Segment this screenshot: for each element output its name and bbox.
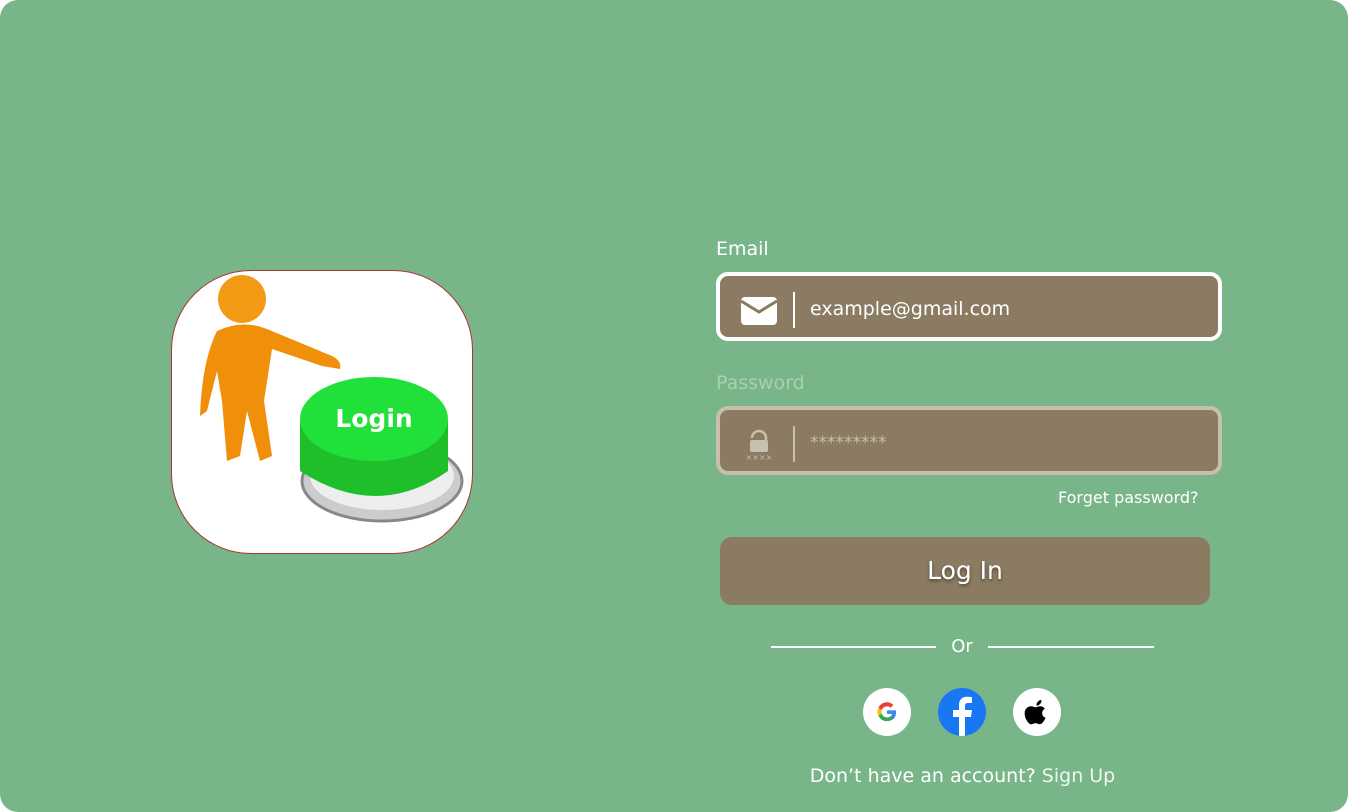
field-divider: [793, 426, 795, 462]
apple-icon: [1024, 700, 1046, 725]
login-illustration: Login: [171, 270, 473, 554]
google-icon: [877, 702, 897, 722]
login-illustration-text: Login: [335, 404, 412, 433]
divider-line-right: [988, 646, 1154, 648]
email-field[interactable]: example@gmail.com: [716, 272, 1222, 341]
divider-label: Or: [951, 636, 973, 657]
password-input[interactable]: *********: [810, 410, 887, 476]
email-input[interactable]: example@gmail.com: [810, 276, 1010, 342]
envelope-icon: [740, 297, 778, 325]
field-divider: [793, 292, 795, 328]
facebook-icon: [953, 696, 972, 736]
svg-text:××××: ××××: [746, 453, 773, 460]
forgot-password-link[interactable]: Forget password?: [1058, 488, 1199, 507]
signup-link[interactable]: Sign Up: [1042, 765, 1115, 787]
signup-prompt: Don’t have an account?: [809, 765, 1036, 787]
apple-login-button[interactable]: [1013, 688, 1061, 736]
email-label: Email: [716, 238, 769, 260]
login-illustration-graphic: Login: [200, 275, 464, 523]
divider-line-left: [771, 646, 936, 648]
lock-icon: ××××: [746, 429, 773, 460]
facebook-login-button[interactable]: [938, 688, 986, 736]
password-label: Password: [716, 372, 805, 394]
login-button[interactable]: Log In: [720, 537, 1210, 605]
login-page: Login Email example@gmail.com Password ×…: [0, 0, 1348, 812]
password-field[interactable]: ×××× *********: [716, 406, 1222, 475]
google-login-button[interactable]: [863, 688, 911, 736]
